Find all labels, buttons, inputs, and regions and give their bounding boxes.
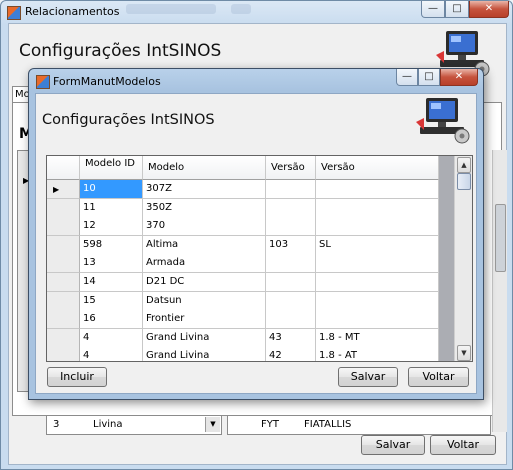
table-cell-versao[interactable] [316, 273, 439, 292]
table-cell-modelo[interactable]: Datsun [143, 292, 266, 311]
table-cell-versao[interactable] [316, 254, 439, 273]
table-cell-modelo-id[interactable]: 11 [80, 199, 143, 218]
table-cell-versao-id[interactable] [266, 199, 316, 218]
titlebar-blur [231, 4, 251, 14]
table-cell-versao[interactable] [316, 180, 439, 199]
dialog-window-title: FormManutModelos [53, 75, 161, 88]
grid-corner-header[interactable] [47, 156, 80, 180]
table-cell-versao[interactable] [316, 310, 439, 329]
column-header-modelo[interactable]: Modelo [143, 156, 266, 180]
computer-settings-icon [416, 98, 470, 144]
table-cell-versao[interactable]: SL [316, 236, 439, 255]
titlebar-blur [126, 4, 216, 14]
row-header[interactable]: ▶ [47, 180, 80, 199]
bg-row-name: Livina [93, 419, 123, 430]
column-header-modelo-id[interactable]: Modelo ID [80, 156, 143, 180]
table-cell-modelo-id[interactable]: 4 [80, 347, 143, 361]
table-cell-versao-id[interactable] [266, 180, 316, 199]
table-cell-modelo-id[interactable]: 10 [80, 180, 143, 199]
table-cell-modelo-id[interactable]: 4 [80, 329, 143, 348]
form-app-icon [36, 75, 50, 89]
form-app-icon [7, 6, 21, 20]
row-header[interactable] [47, 199, 80, 218]
table-cell-modelo-id[interactable]: 598 [80, 236, 143, 255]
table-cell-modelo[interactable]: 370 [143, 217, 266, 236]
table-cell-modelo[interactable]: 350Z [143, 199, 266, 218]
table-cell-versao-id[interactable]: 42 [266, 347, 316, 361]
table-cell-modelo[interactable]: Grand Livina [143, 347, 266, 361]
dialog-back-button[interactable]: Voltar [408, 367, 469, 387]
scroll-down-icon[interactable]: ▼ [457, 345, 471, 361]
bg-row-brand: FIATALLIS [304, 419, 352, 430]
table-cell-versao[interactable]: 1.8 - MT [316, 329, 439, 348]
table-cell-modelo[interactable]: Grand Livina [143, 329, 266, 348]
column-header-versao-id[interactable]: Versão ID [266, 156, 316, 180]
table-cell-versao-id[interactable] [266, 292, 316, 311]
row-header[interactable] [47, 236, 80, 255]
row-header[interactable] [47, 254, 80, 273]
include-button[interactable]: Incluir [47, 367, 107, 387]
table-cell-versao[interactable] [316, 217, 439, 236]
outer-page-title: Configurações IntSINOS [19, 41, 222, 61]
table-cell-versao-id[interactable] [266, 254, 316, 273]
chevron-down-icon[interactable]: ▼ [205, 417, 220, 432]
row-header[interactable] [47, 292, 80, 311]
outer-save-button[interactable]: Salvar [361, 435, 425, 455]
modelos-data-grid[interactable]: Modelo ID Modelo Versão ID Versão ▶ 10307… [46, 155, 473, 362]
background-scroll-thumb[interactable] [495, 204, 506, 272]
outer-back-button[interactable]: Voltar [430, 435, 496, 455]
outer-close-button[interactable]: ✕ [469, 1, 509, 18]
grid-empty-area [439, 156, 454, 361]
table-cell-modelo-id[interactable]: 14 [80, 273, 143, 292]
background-scrollbar[interactable] [492, 150, 507, 432]
table-cell-modelo[interactable]: Frontier [143, 310, 266, 329]
table-cell-versao[interactable] [316, 292, 439, 311]
table-cell-versao-id[interactable] [266, 273, 316, 292]
current-row-arrow-icon: ▶ [53, 185, 60, 194]
table-cell-versao-id[interactable]: 103 [266, 236, 316, 255]
row-header[interactable] [47, 310, 80, 329]
bg-row-code: FYT [261, 419, 279, 430]
table-cell-modelo-id[interactable]: 12 [80, 217, 143, 236]
table-cell-versao-id[interactable]: 43 [266, 329, 316, 348]
dialog-titlebar[interactable]: FormManutModelos — □ ✕ [29, 69, 483, 91]
table-cell-modelo-id[interactable]: 16 [80, 310, 143, 329]
dialog-save-button[interactable]: Salvar [338, 367, 398, 387]
table-cell-modelo-id[interactable]: 13 [80, 254, 143, 273]
outer-window-title: Relacionamentos [25, 5, 120, 18]
table-cell-versao[interactable]: 1.8 - AT [316, 347, 439, 361]
dialog-close-button[interactable]: ✕ [440, 69, 478, 86]
dialog-page-title: Configurações IntSINOS [42, 112, 215, 128]
dialog-minimize-button[interactable]: — [396, 69, 418, 86]
table-cell-versao-id[interactable] [266, 217, 316, 236]
table-cell-versao[interactable] [316, 199, 439, 218]
table-cell-modelo[interactable]: Armada [143, 254, 266, 273]
table-cell-modelo[interactable]: D21 DC [143, 273, 266, 292]
table-cell-modelo[interactable]: Altima [143, 236, 266, 255]
outer-minimize-button[interactable]: — [421, 1, 445, 18]
outer-titlebar[interactable]: Relacionamentos — □ ✕ [1, 1, 512, 23]
scroll-up-icon[interactable]: ▲ [457, 157, 471, 173]
row-header[interactable] [47, 217, 80, 236]
row-header[interactable] [47, 329, 80, 348]
table-cell-versao-id[interactable] [266, 310, 316, 329]
grid-vertical-scrollbar[interactable]: ▲ ▼ [454, 156, 472, 361]
bg-row-id: 3 [53, 419, 60, 430]
row-header[interactable] [47, 273, 80, 292]
row-header[interactable] [47, 347, 80, 361]
outer-maximize-button[interactable]: □ [445, 1, 469, 18]
column-header-versao[interactable]: Versão [316, 156, 439, 180]
table-cell-modelo[interactable]: 307Z [143, 180, 266, 199]
form-manut-modelos-window: FormManutModelos — □ ✕ Configurações Int… [28, 68, 484, 400]
grid-scroll-thumb[interactable] [457, 173, 471, 190]
dialog-maximize-button[interactable]: □ [418, 69, 440, 86]
background-list-row[interactable]: FYT FIATALLIS [227, 415, 491, 435]
table-cell-modelo-id[interactable]: 15 [80, 292, 143, 311]
dialog-client-area: Configurações IntSINOS Modelo ID Modelo … [35, 93, 477, 394]
background-list-row[interactable]: 3 Livina [46, 415, 222, 435]
